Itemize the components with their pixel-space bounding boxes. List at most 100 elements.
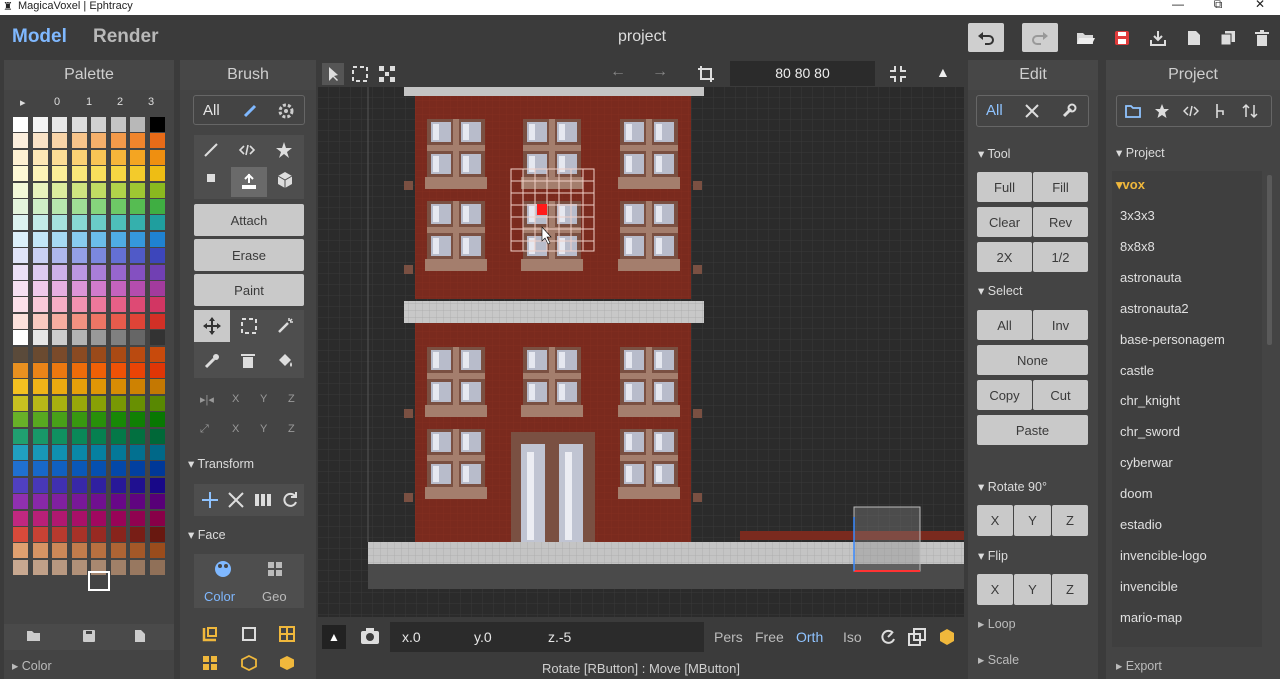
minimize-button[interactable]: — <box>1168 0 1188 11</box>
palette-swatch[interactable] <box>110 231 126 247</box>
palette-swatch[interactable] <box>71 281 87 296</box>
palette-swatch[interactable] <box>130 559 145 575</box>
palette-swatch[interactable] <box>13 248 28 264</box>
palette-swatch[interactable] <box>32 494 48 510</box>
palette-swatch[interactable] <box>91 248 106 264</box>
color-grid[interactable] <box>11 115 171 627</box>
palette-swatch[interactable] <box>149 117 165 132</box>
palette-swatch[interactable] <box>13 494 28 510</box>
palette-swatch[interactable] <box>130 199 145 214</box>
palette-swatch[interactable] <box>52 248 67 264</box>
project-item[interactable]: invencible <box>1120 579 1178 594</box>
palette-swatch[interactable] <box>91 445 106 460</box>
palette-swatch[interactable] <box>13 215 28 231</box>
palette-swatch[interactable] <box>130 215 145 231</box>
bounding-box-icon[interactable] <box>938 628 956 646</box>
palette-swatch[interactable] <box>32 461 48 477</box>
palette-swatch[interactable] <box>149 379 165 395</box>
export-button[interactable] <box>1140 23 1176 52</box>
palette-swatch[interactable] <box>71 461 87 477</box>
corner-shape-icon[interactable] <box>202 626 218 642</box>
project-item[interactable]: estadio <box>1120 517 1162 532</box>
palette-swatch[interactable] <box>110 559 126 575</box>
redo-button[interactable] <box>1022 23 1058 52</box>
palette-swatch[interactable] <box>91 281 106 296</box>
palette-swatch[interactable] <box>130 445 145 460</box>
palette-swatch[interactable] <box>110 461 126 477</box>
palette-swatch[interactable] <box>71 494 87 510</box>
project-item[interactable]: astronauta <box>1120 270 1181 285</box>
palette-swatch[interactable] <box>130 231 145 247</box>
palette-swatch[interactable] <box>13 166 28 182</box>
palette-swatch[interactable] <box>32 264 48 280</box>
axis-icon[interactable]: ⤢ <box>200 423 209 436</box>
palette-swatch[interactable] <box>71 264 87 280</box>
palette-swatch[interactable] <box>91 117 106 132</box>
half-size-button[interactable]: 1/2 <box>1033 242 1088 272</box>
palette-swatch[interactable] <box>130 182 145 198</box>
palette-swatch[interactable] <box>149 494 165 510</box>
palette-swatch[interactable] <box>91 231 106 247</box>
palette-swatch[interactable] <box>149 264 165 280</box>
palette-swatch[interactable] <box>110 133 126 149</box>
mirror-y[interactable]: Y <box>260 393 267 405</box>
palette-swatch[interactable] <box>149 543 165 559</box>
voxel-brush-icon[interactable] <box>206 173 216 183</box>
palette-swatch[interactable] <box>130 510 145 526</box>
sort-icon[interactable] <box>1242 103 1258 119</box>
palette-swatch[interactable] <box>110 117 126 132</box>
copy-button[interactable]: Copy <box>977 380 1032 410</box>
palette-swatch[interactable] <box>91 182 106 198</box>
palette-swatch[interactable] <box>91 297 106 313</box>
palette-swatch[interactable] <box>110 281 126 296</box>
palette-swatch[interactable] <box>32 445 48 460</box>
palette-swatch[interactable] <box>32 215 48 231</box>
palette-swatch[interactable] <box>71 543 87 559</box>
palette-swatch[interactable] <box>149 559 165 575</box>
full-button[interactable]: Full <box>977 172 1032 202</box>
palette-swatch[interactable] <box>13 297 28 313</box>
palette-swatch[interactable] <box>149 445 165 460</box>
palette-swatch[interactable] <box>13 313 28 329</box>
palette-swatch[interactable] <box>130 477 145 493</box>
erase-mode-button[interactable]: Erase <box>194 239 304 271</box>
palette-swatch[interactable] <box>130 543 145 559</box>
palette-save-icon[interactable] <box>82 629 96 643</box>
rotate-icon[interactable] <box>281 491 299 509</box>
palette-swatch[interactable] <box>52 149 67 165</box>
palette-swatch[interactable] <box>13 559 28 575</box>
export-section[interactable]: ▸ Export <box>1116 658 1162 673</box>
palette-page-0[interactable]: 0 <box>54 96 60 108</box>
project-item[interactable]: chr_sword <box>1120 424 1180 439</box>
palette-swatch[interactable] <box>71 199 87 214</box>
palette-swatch[interactable] <box>91 527 106 542</box>
palette-swatch[interactable] <box>13 461 28 477</box>
attach-mode-button[interactable]: Attach <box>194 204 304 236</box>
palette-swatch[interactable] <box>130 117 145 132</box>
cube-solid-icon[interactable] <box>279 655 295 671</box>
palette-swatch[interactable] <box>91 412 106 428</box>
palette-swatch[interactable] <box>149 166 165 182</box>
blocks-icon[interactable] <box>202 655 218 671</box>
color-palette-icon[interactable] <box>214 560 232 578</box>
palette-swatch[interactable] <box>32 330 48 346</box>
palette-swatch[interactable] <box>52 428 67 444</box>
project-item[interactable]: base-personagem <box>1120 332 1225 347</box>
palette-swatch[interactable] <box>13 379 28 395</box>
new-button[interactable] <box>1176 23 1212 52</box>
palette-swatch[interactable] <box>130 248 145 264</box>
palette-swatch[interactable] <box>130 412 145 428</box>
palette-swatch[interactable] <box>13 445 28 460</box>
palette-swatch[interactable] <box>71 445 87 460</box>
palette-swatch[interactable] <box>13 543 28 559</box>
palette-swatch[interactable] <box>149 313 165 329</box>
palette-swatch[interactable] <box>13 281 28 296</box>
palette-swatch[interactable] <box>130 313 145 329</box>
axis-z[interactable]: Z <box>288 423 295 435</box>
brush-pen-icon[interactable] <box>242 103 258 119</box>
face-section[interactable]: ▾ Face <box>188 527 226 542</box>
rotate-section[interactable]: ▾ Rotate 90° <box>978 479 1047 494</box>
palette-swatch[interactable] <box>71 412 87 428</box>
palette-swatch[interactable] <box>32 412 48 428</box>
palette-swatch[interactable] <box>149 133 165 149</box>
